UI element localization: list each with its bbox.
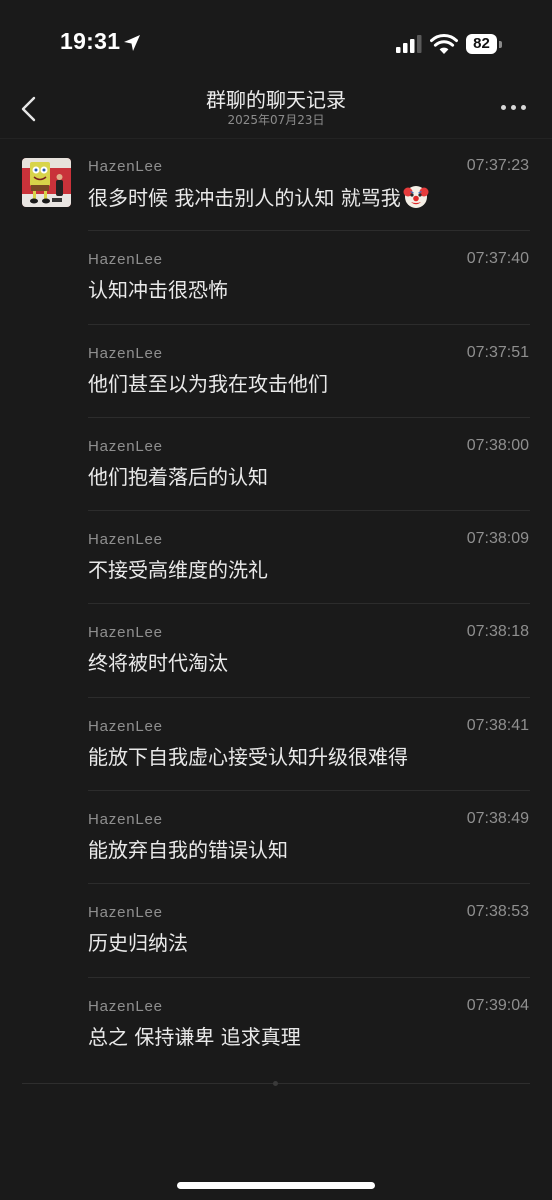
- message-sender: HazenLee: [88, 717, 163, 735]
- message-item[interactable]: HazenLee 07:38:49 能放弃自我的错误认知: [0, 791, 552, 885]
- message-text: 能放弃自我的错误认知: [88, 838, 288, 863]
- message-sender: HazenLee: [88, 251, 163, 269]
- message-time: 07:38:00: [466, 436, 529, 454]
- page-subtitle: 2025年07月23日: [227, 113, 325, 127]
- message-text: 很多时候 我冲击别人的认知 就骂我: [88, 186, 401, 210]
- message-text: 他们甚至以为我在攻击他们: [88, 371, 328, 396]
- message-time: 07:37:40: [466, 250, 529, 268]
- message-time: 07:38:49: [466, 810, 529, 828]
- message-item[interactable]: HazenLee 07:37:40 认知冲击很恐怖: [0, 231, 552, 325]
- clown-face-icon: [403, 186, 429, 208]
- battery-cap: [499, 41, 502, 48]
- message-sender: HazenLee: [88, 811, 163, 829]
- message-text: 历史归纳法: [88, 931, 188, 956]
- message-text: 终将被时代淘汰: [88, 651, 228, 676]
- more-button[interactable]: [496, 96, 532, 120]
- message-sender: HazenLee: [88, 437, 163, 455]
- battery-level: 82: [473, 35, 490, 52]
- nav-header: 群聊的聊天记录 2025年07月23日: [0, 88, 552, 139]
- message-time: 07:38:09: [466, 530, 529, 548]
- more-dot: [521, 105, 526, 110]
- message-text-row: 很多时候 我冲击别人的认知 就骂我: [88, 183, 429, 212]
- message-item[interactable]: HazenLee 07:38:41 能放下自我虚心接受认知升级很难得: [0, 698, 552, 792]
- message-text: 他们抱着落后的认知: [88, 464, 268, 489]
- message-item[interactable]: HazenLee 07:38:09 不接受高维度的洗礼: [0, 511, 552, 605]
- message-item[interactable]: HazenLee 07:39:04 总之 保持谦卑 追求真理: [0, 978, 552, 1071]
- status-time: 19:31: [60, 28, 121, 54]
- message-sender: HazenLee: [88, 158, 163, 175]
- more-dot: [511, 105, 516, 110]
- message-list: HazenLee 07:37:23 很多时候 我冲击别人的认知 就骂我 Haze…: [0, 138, 552, 1071]
- status-bar: 19:31 82: [0, 0, 552, 88]
- message-time: 07:39:04: [466, 996, 529, 1014]
- message-time: 07:38:53: [466, 903, 529, 921]
- home-indicator[interactable]: [177, 1182, 375, 1189]
- battery-indicator: 82: [466, 34, 502, 54]
- cellular-signal-icon: [396, 35, 422, 53]
- message-sender: HazenLee: [88, 531, 163, 549]
- wifi-icon: [430, 33, 458, 54]
- more-dots-icon: [501, 105, 506, 110]
- page-title: 群聊的聊天记录: [206, 88, 346, 112]
- message-time: 07:38:18: [466, 623, 529, 641]
- message-text: 能放下自我虚心接受认知升级很难得: [88, 744, 408, 769]
- message-time: 07:37:51: [466, 343, 529, 361]
- location-arrow-icon: [124, 35, 140, 51]
- message-sender: HazenLee: [88, 904, 163, 922]
- message-sender: HazenLee: [88, 997, 163, 1015]
- end-dot: [273, 1081, 278, 1086]
- message-text: 总之 保持谦卑 追求真理: [88, 1024, 301, 1049]
- message-text: 不接受高维度的洗礼: [88, 558, 268, 583]
- message-text: 认知冲击很恐怖: [88, 278, 228, 303]
- message-sender: HazenLee: [88, 344, 163, 362]
- message-item[interactable]: HazenLee 07:37:23 很多时候 我冲击别人的认知 就骂我: [0, 138, 552, 232]
- message-item[interactable]: HazenLee 07:37:51 他们甚至以为我在攻击他们: [0, 325, 552, 418]
- message-time: 07:38:41: [466, 716, 529, 734]
- message-item[interactable]: HazenLee 07:38:53 历史归纳法: [0, 884, 552, 978]
- message-item[interactable]: HazenLee 07:38:00 他们抱着落后的认知: [0, 418, 552, 512]
- message-sender: HazenLee: [88, 624, 163, 642]
- message-item[interactable]: HazenLee 07:38:18 终将被时代淘汰: [0, 604, 552, 698]
- message-time: 07:37:23: [466, 157, 529, 174]
